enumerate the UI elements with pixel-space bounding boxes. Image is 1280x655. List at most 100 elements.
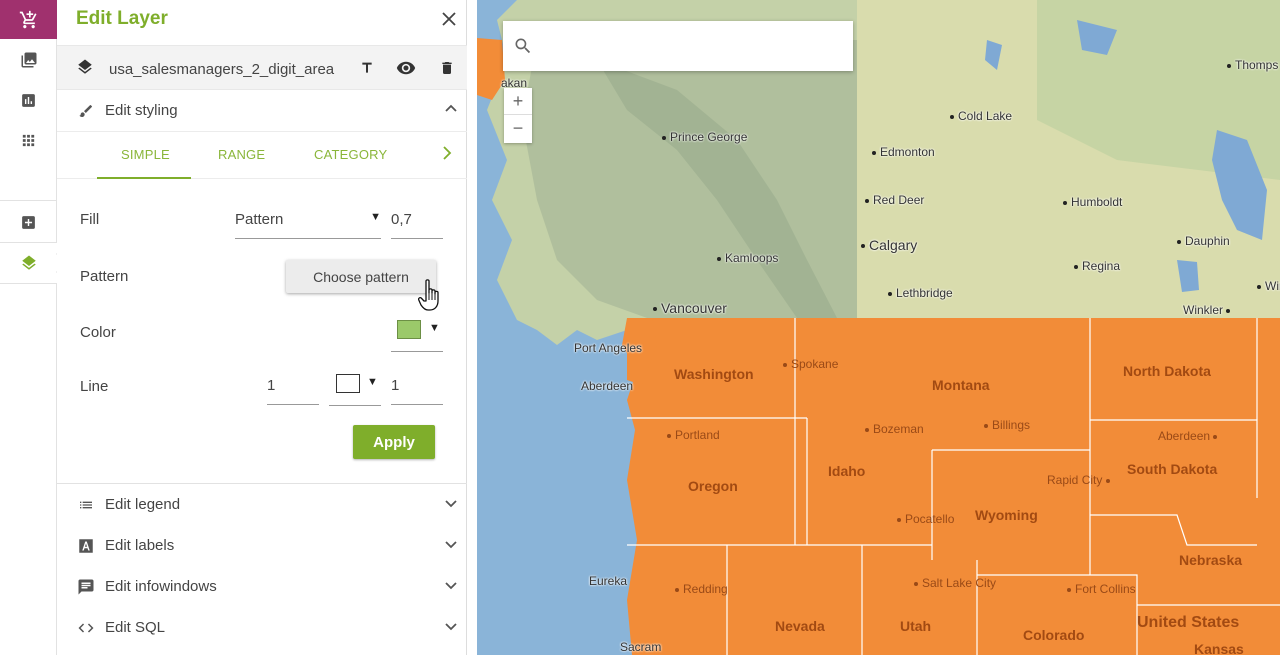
add-layer-button[interactable] bbox=[0, 202, 57, 242]
panel-title: Edit Layer bbox=[76, 8, 168, 29]
brush-icon bbox=[76, 101, 96, 121]
us-city-label: Bozeman bbox=[865, 422, 924, 436]
chevron-down-icon bbox=[445, 496, 457, 514]
apply-button[interactable]: Apply bbox=[353, 425, 435, 459]
text-icon[interactable] bbox=[355, 56, 379, 80]
label-a-icon bbox=[76, 536, 96, 556]
city-label: Port Angeles bbox=[574, 341, 643, 355]
image-icon bbox=[21, 52, 36, 68]
line-label: Line bbox=[80, 378, 109, 395]
choose-pattern-button[interactable]: Choose pattern bbox=[286, 260, 436, 293]
rail-divider bbox=[0, 200, 57, 201]
section-label: Edit styling bbox=[105, 102, 178, 119]
chevron-down-icon bbox=[445, 578, 457, 596]
charts-button[interactable] bbox=[0, 80, 57, 120]
city-label: Vancouver bbox=[653, 300, 727, 316]
chevron-up-icon bbox=[445, 102, 457, 120]
city-label: Winn bbox=[1257, 279, 1280, 293]
line-opacity-input[interactable]: 1 bbox=[391, 372, 443, 405]
images-button[interactable] bbox=[0, 40, 57, 80]
state-label: Idaho bbox=[828, 463, 866, 479]
pattern-label: Pattern bbox=[80, 268, 129, 285]
line-width-input[interactable]: 1 bbox=[267, 372, 319, 405]
us-city-label: Rapid City bbox=[1047, 473, 1114, 487]
city-label: akan bbox=[501, 76, 528, 90]
caret-down-icon: ▼ bbox=[367, 376, 378, 388]
hand-cursor-icon bbox=[417, 279, 446, 318]
comment-icon bbox=[76, 577, 96, 597]
apps-button[interactable] bbox=[0, 120, 57, 160]
zoom-out-button[interactable]: − bbox=[504, 115, 532, 142]
layers-icon bbox=[76, 58, 94, 81]
us-city-label: Spokane bbox=[783, 357, 838, 371]
city-label: Kamloops bbox=[717, 251, 778, 265]
list-icon bbox=[76, 495, 96, 515]
fill-type-select[interactable]: Pattern ▼ bbox=[235, 206, 381, 239]
tab-range[interactable]: RANGE bbox=[218, 147, 265, 162]
line-color-picker[interactable]: ▼ bbox=[329, 372, 381, 406]
tab-simple[interactable]: SIMPLE bbox=[121, 147, 170, 162]
city-label: Thomps bbox=[1227, 58, 1278, 72]
close-button[interactable] bbox=[438, 8, 460, 30]
state-label: Utah bbox=[900, 618, 932, 634]
map-canvas[interactable]: + − Prince George Cold Lake Edmonton Red… bbox=[477, 0, 1280, 655]
city-label: Winkler bbox=[1183, 303, 1234, 317]
us-city-label: Aberdeen bbox=[1158, 429, 1221, 443]
fill-color-swatch bbox=[397, 320, 421, 339]
fill-opacity-input[interactable]: 0,7 bbox=[391, 206, 443, 239]
us-city-label: Fort Collins bbox=[1067, 582, 1136, 596]
city-label: Dauphin bbox=[1177, 234, 1230, 248]
edit-legend-header[interactable]: Edit legend bbox=[57, 484, 467, 525]
map-search-box[interactable] bbox=[503, 21, 853, 71]
state-label: Wyoming bbox=[975, 507, 1038, 523]
tab-category[interactable]: CATEGORY bbox=[314, 147, 387, 162]
city-label: Cold Lake bbox=[950, 109, 1012, 123]
section-label: Edit legend bbox=[105, 496, 181, 513]
visibility-icon[interactable] bbox=[394, 56, 418, 80]
state-label: Nevada bbox=[775, 618, 825, 634]
state-label: Nebraska bbox=[1179, 552, 1243, 568]
edit-styling-header[interactable]: Edit styling bbox=[57, 90, 467, 131]
section-label: Edit SQL bbox=[105, 619, 166, 636]
delete-icon[interactable] bbox=[435, 56, 459, 80]
rail-divider bbox=[0, 283, 57, 284]
app-root: Edit Layer usa_salesmanagers_2_digit_are… bbox=[0, 0, 1280, 655]
city-label: Red Deer bbox=[865, 193, 924, 207]
layers-icon bbox=[21, 255, 36, 270]
city-label: Prince George bbox=[662, 130, 747, 144]
edit-sql-header[interactable]: Edit SQL bbox=[57, 607, 467, 648]
layers-button[interactable] bbox=[0, 243, 57, 283]
city-label: Sacram bbox=[620, 640, 662, 654]
map-basemap bbox=[477, 0, 1280, 655]
edit-infowindows-header[interactable]: Edit infowindows bbox=[57, 566, 467, 607]
city-label: Calgary bbox=[861, 237, 917, 253]
chevron-right-icon[interactable] bbox=[441, 146, 453, 165]
state-label: South Dakota bbox=[1127, 461, 1218, 477]
zoom-in-button[interactable]: + bbox=[504, 88, 532, 115]
state-label: Montana bbox=[932, 377, 990, 393]
city-label: Regina bbox=[1074, 259, 1120, 273]
line-color-swatch bbox=[336, 374, 360, 393]
city-label: Lethbridge bbox=[888, 286, 953, 300]
edit-layer-panel: Edit Layer usa_salesmanagers_2_digit_are… bbox=[57, 0, 467, 655]
state-label: Oregon bbox=[688, 478, 738, 494]
left-rail bbox=[0, 0, 57, 655]
line-opacity-value: 1 bbox=[391, 377, 400, 394]
fill-label: Fill bbox=[80, 211, 100, 228]
fill-color-picker[interactable]: ▼ bbox=[391, 318, 443, 352]
section-label: Edit labels bbox=[105, 537, 175, 554]
add-icon bbox=[22, 215, 35, 229]
code-icon bbox=[76, 618, 96, 638]
chevron-down-icon bbox=[445, 619, 457, 637]
grid-icon bbox=[22, 134, 35, 146]
caret-down-icon: ▼ bbox=[429, 322, 440, 334]
close-icon bbox=[442, 12, 456, 26]
state-label: North Dakota bbox=[1123, 363, 1211, 379]
us-city-label: Portland bbox=[667, 428, 720, 442]
active-tab-indicator bbox=[97, 177, 191, 179]
city-label: Edmonton bbox=[872, 145, 935, 159]
line-width-value: 1 bbox=[267, 377, 276, 394]
zoom-control: + − bbox=[504, 88, 532, 143]
edit-labels-header[interactable]: Edit labels bbox=[57, 525, 467, 566]
cart-button[interactable] bbox=[0, 0, 57, 39]
